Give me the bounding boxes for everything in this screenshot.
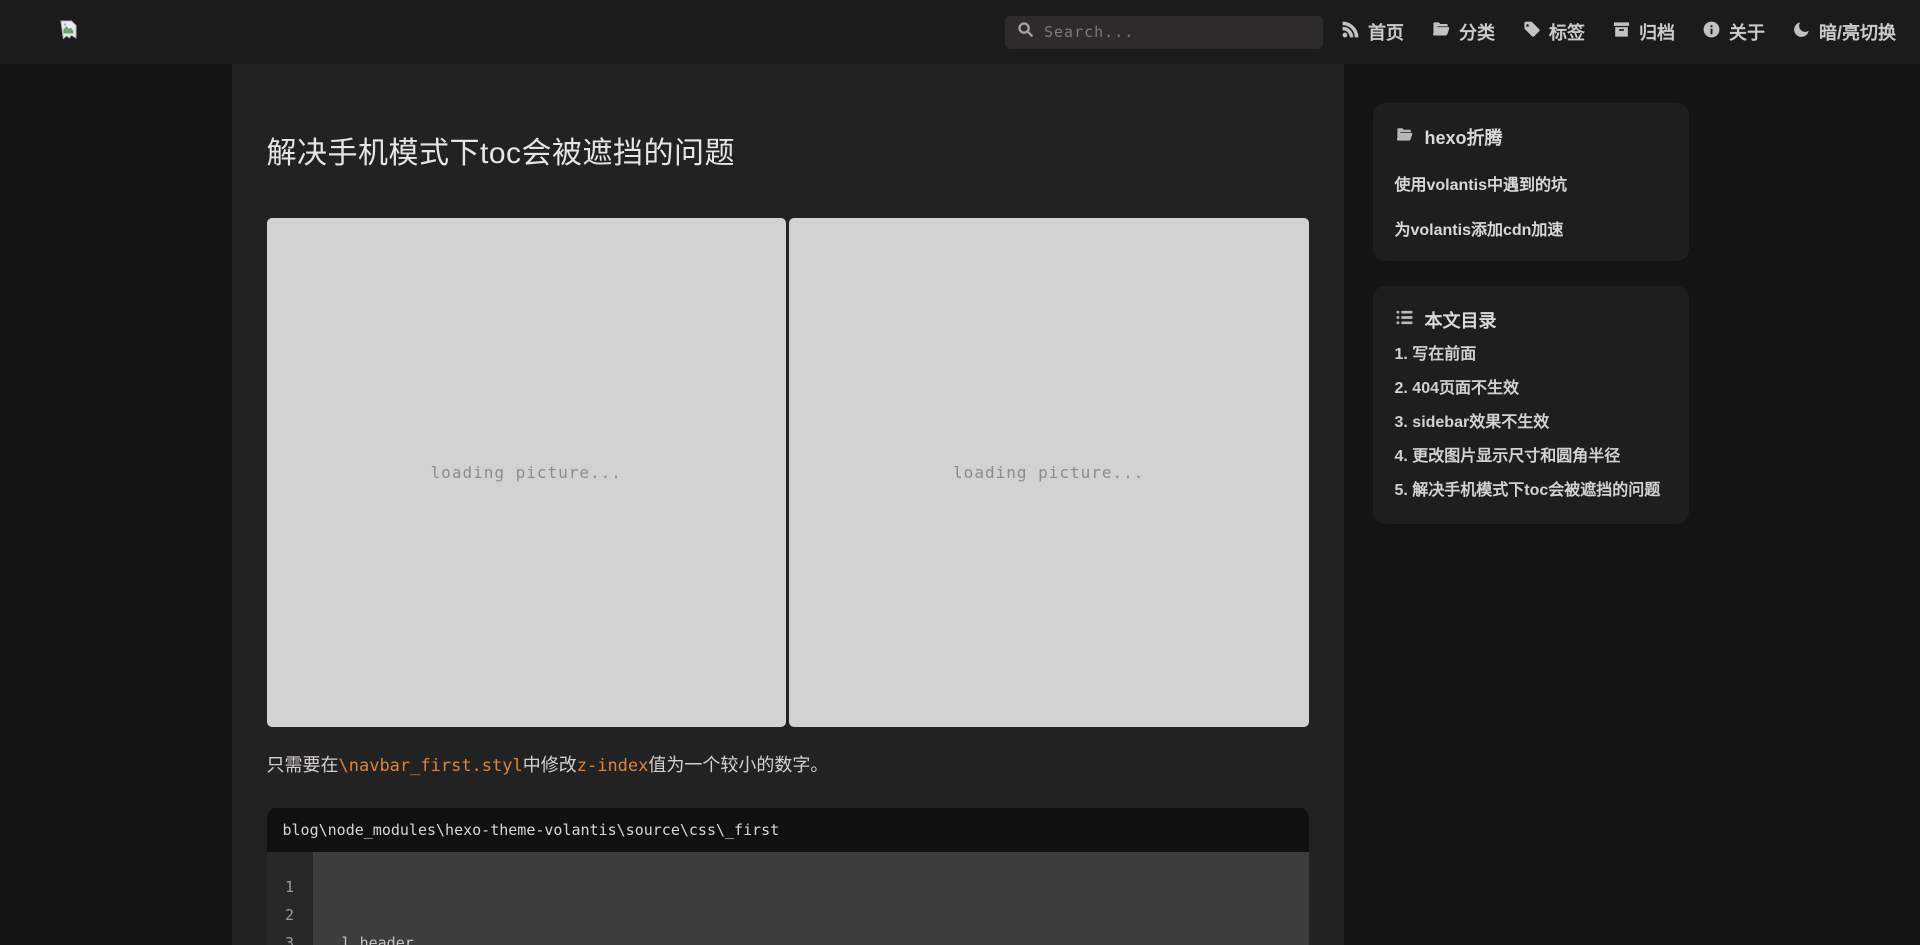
moon-icon — [1792, 20, 1811, 44]
nav-item-label: 关于 — [1728, 23, 1765, 43]
article: 解决手机模式下toc会被遮挡的问题 loading picture... loa… — [231, 64, 1344, 945]
nav-item-about[interactable]: 关于 — [1702, 19, 1765, 45]
code-block-path: blog\node_modules\hexo-theme-volantis\so… — [266, 807, 1309, 852]
paragraph-text: 中修改 — [522, 755, 577, 775]
toc-item[interactable]: 2. 404页面不生效 — [1395, 377, 1667, 401]
image-placeholder-2: loading picture... — [789, 218, 1309, 727]
paragraph: 只需要在\navbar_first.styl中修改z-index值为一个较小的数… — [267, 750, 1309, 781]
toc-title-text: 本文目录 — [1424, 311, 1497, 331]
nav-item-label: 归档 — [1638, 23, 1675, 43]
nav-item-tags[interactable]: 标签 — [1522, 19, 1585, 45]
list-icon — [1395, 308, 1414, 332]
image-placeholder-1: loading picture... — [266, 218, 786, 727]
search-input[interactable] — [1043, 23, 1311, 41]
category-title-text: hexo折腾 — [1424, 128, 1503, 148]
loading-text: loading picture... — [430, 463, 622, 482]
toc-list: 1. 写在前面 2. 404页面不生效 3. sidebar效果不生效 4. 更… — [1395, 343, 1667, 503]
nav-item-archives[interactable]: 归档 — [1612, 19, 1675, 45]
code-lines: .l_header $iconW = 36px $iconMargin = 4p… — [313, 852, 505, 945]
category-link[interactable]: 为volantis添加cdn加速 — [1395, 216, 1667, 240]
nav-menu: 首页 分类 标签 归档 关于 暗/亮切换 — [1341, 19, 1896, 45]
toc-item[interactable]: 5. 解决手机模式下toc会被遮挡的问题 — [1395, 479, 1667, 503]
site-logo[interactable] — [60, 20, 77, 44]
paragraph-text: 值为一个较小的数字。 — [648, 755, 829, 775]
loading-text: loading picture... — [953, 463, 1145, 482]
line-number: 2 — [284, 905, 295, 924]
tag-icon — [1522, 20, 1541, 44]
archive-icon — [1612, 20, 1631, 44]
search-box — [1004, 15, 1323, 49]
nav-item-label: 分类 — [1458, 23, 1495, 43]
code-line: .l_header — [332, 933, 414, 945]
toc-item[interactable]: 4. 更改图片显示尺寸和圆角半径 — [1395, 445, 1667, 469]
info-icon — [1702, 20, 1721, 44]
line-number: 3 — [284, 933, 295, 945]
line-numbers: 1 2 3 — [266, 851, 313, 945]
nav-item-categories[interactable]: 分类 — [1431, 19, 1495, 45]
search-icon — [1017, 21, 1034, 43]
sidebar: hexo折腾 使用volantis中遇到的坑 为volantis添加cdn加速 … — [1372, 64, 1689, 549]
nav-item-home[interactable]: 首页 — [1341, 19, 1404, 45]
nav-item-theme-toggle[interactable]: 暗/亮切换 — [1792, 19, 1896, 45]
toc-card-title: 本文目录 — [1395, 307, 1667, 333]
category-link[interactable]: 使用volantis中遇到的坑 — [1395, 171, 1667, 195]
toc-item[interactable]: 1. 写在前面 — [1395, 343, 1667, 367]
code-block: blog\node_modules\hexo-theme-volantis\so… — [266, 807, 1309, 945]
inline-code: \navbar_first.styl — [338, 756, 523, 776]
nav-item-label: 首页 — [1367, 23, 1404, 43]
toc-item[interactable]: 3. sidebar效果不生效 — [1395, 411, 1667, 435]
inline-code: z-index — [576, 756, 649, 776]
line-number: 1 — [284, 877, 295, 896]
nav-item-label: 暗/亮切换 — [1818, 23, 1896, 43]
category-card-title: hexo折腾 — [1395, 124, 1667, 150]
code-body: 1 2 3 .l_header $iconW = 36px $iconMargi… — [266, 851, 1309, 945]
broken-image-icon — [60, 20, 77, 44]
folder-open-icon — [1395, 126, 1414, 149]
image-row: loading picture... loading picture... — [266, 218, 1309, 727]
nav-item-label: 标签 — [1548, 23, 1585, 43]
page-layout: 解决手机模式下toc会被遮挡的问题 loading picture... loa… — [231, 64, 1689, 945]
toc-card: 本文目录 1. 写在前面 2. 404页面不生效 3. sidebar效果不生效… — [1372, 286, 1689, 524]
rss-icon — [1341, 20, 1360, 44]
navbar: 首页 分类 标签 — [0, 0, 1920, 64]
post-title: 解决手机模式下toc会被遮挡的问题 — [266, 137, 736, 170]
paragraph-text: 只需要在 — [266, 755, 339, 775]
folder-open-icon — [1431, 20, 1451, 44]
category-card: hexo折腾 使用volantis中遇到的坑 为volantis添加cdn加速 — [1372, 103, 1689, 261]
